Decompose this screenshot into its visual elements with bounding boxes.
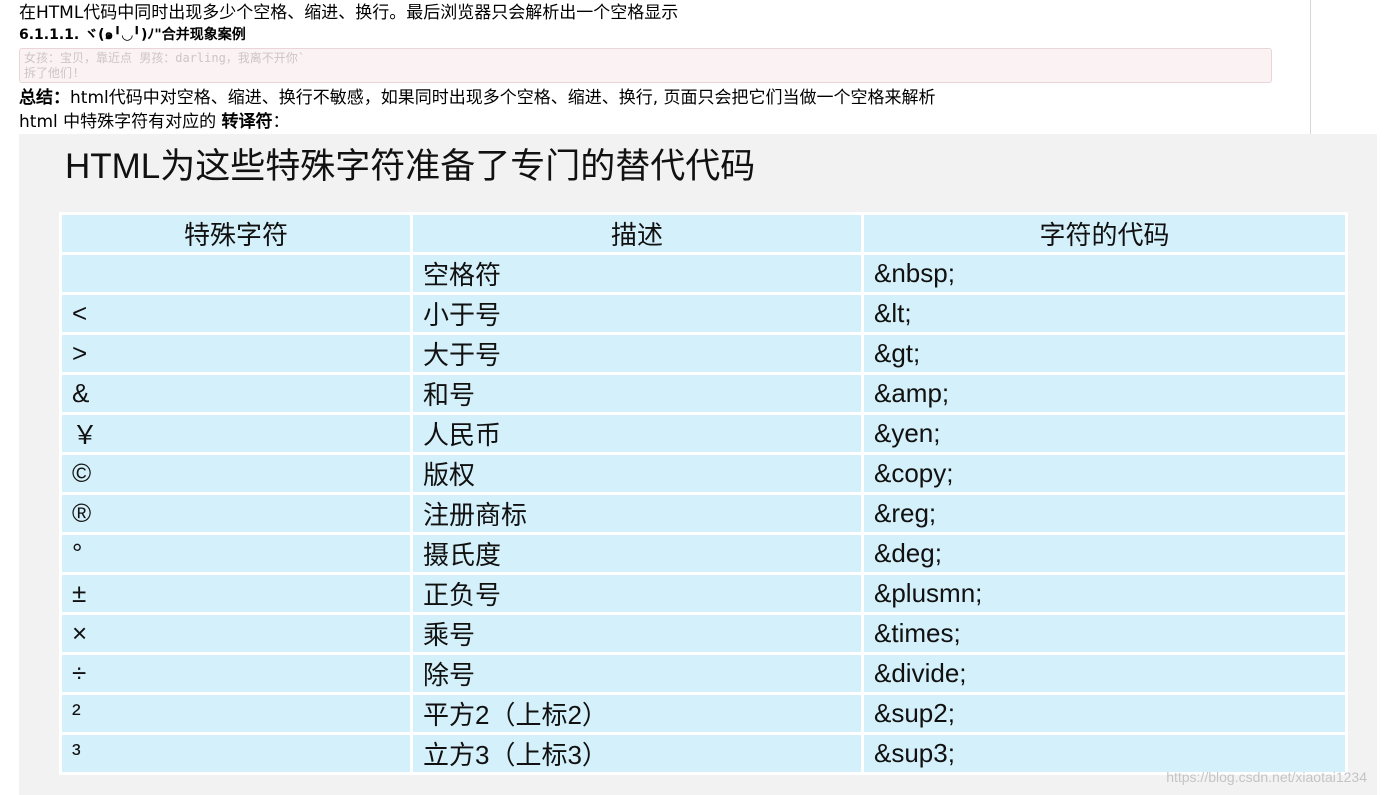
page-divider (1310, 0, 1311, 134)
table-row: ÷ 除号 &divide; (62, 655, 1345, 692)
description-cell: 空格符 (413, 255, 861, 292)
description-cell: 除号 (413, 655, 861, 692)
entity-code-cell: &amp; (864, 375, 1345, 412)
special-char-cell: ± (62, 575, 410, 612)
description-cell: 乘号 (413, 615, 861, 652)
description-cell: 平方2（上标2） (413, 695, 861, 732)
entity-code-cell: &divide; (864, 655, 1345, 692)
description-cell: 正负号 (413, 575, 861, 612)
special-char-cell: × (62, 615, 410, 652)
special-char-cell: & (62, 375, 410, 412)
description-cell: 和号 (413, 375, 861, 412)
description-cell: 人民币 (413, 415, 861, 452)
description-cell: 摄氏度 (413, 535, 861, 572)
special-chars-figure: HTML为这些特殊字符准备了专门的替代代码 特殊字符 描述 字符的代码 空格符 &… (19, 134, 1377, 795)
description-cell: 小于号 (413, 295, 861, 332)
code-block: 女孩：宝贝，靠近点 男孩：darling，我离不开你` 拆了他们! (19, 48, 1272, 83)
column-header: 描述 (413, 215, 861, 252)
special-char-cell: © (62, 455, 410, 492)
entity-code-cell: &sup2; (864, 695, 1345, 732)
entity-code-cell: &plusmn; (864, 575, 1345, 612)
table-row: ² 平方2（上标2） &sup2; (62, 695, 1345, 732)
special-char-cell: < (62, 295, 410, 332)
entity-code-cell: &sup3; (864, 735, 1345, 772)
entity-code-cell: &times; (864, 615, 1345, 652)
entity-code-cell: &copy; (864, 455, 1345, 492)
summary-label: 总结： (19, 88, 70, 108)
entity-code-cell: &reg; (864, 495, 1345, 532)
escape-prefix: html 中特殊字符有对应的 (19, 112, 222, 132)
table-row: > 大于号 &gt; (62, 335, 1345, 372)
special-char-cell: ° (62, 535, 410, 572)
entity-code-cell: &lt; (864, 295, 1345, 332)
special-char-cell: ® (62, 495, 410, 532)
entity-code-cell: &nbsp; (864, 255, 1345, 292)
special-chars-table: 特殊字符 描述 字符的代码 空格符 &nbsp; < 小于号 &lt; > 大于号 &gt; &… (59, 212, 1348, 775)
escape-keyword: 转译符 (221, 112, 273, 132)
special-char-cell: > (62, 335, 410, 372)
entity-code-cell: &yen; (864, 415, 1345, 452)
table-row: ￥ 人民币 &yen; (62, 415, 1345, 452)
table-row: ° 摄氏度 &deg; (62, 535, 1345, 572)
code-line: 拆了他们! (24, 66, 80, 80)
table-row: ± 正负号 &plusmn; (62, 575, 1345, 612)
entity-code-cell: &gt; (864, 335, 1345, 372)
table-row: ³ 立方3（上标3） &sup3; (62, 735, 1345, 772)
summary-paragraph: 总结：html代码中对空格、缩进、换行不敏感，如果同时出现多个空格、缩进、换行,… (19, 87, 936, 109)
figure-title: HTML为这些特殊字符准备了专门的替代代码 (65, 147, 756, 186)
description-cell: 立方3（上标3） (413, 735, 861, 772)
table-row: & 和号 &amp; (62, 375, 1345, 412)
special-char-cell (62, 255, 410, 292)
section-heading: 6.1.1.1. ヾ(๑╹◡╹)ﾉ"合并现象案例 (19, 27, 246, 43)
description-cell: 版权 (413, 455, 861, 492)
code-line: 女孩：宝贝，靠近点 男孩：darling，我离不开你` (24, 51, 306, 65)
table-row: × 乘号 &times; (62, 615, 1345, 652)
special-char-cell: ² (62, 695, 410, 732)
column-header: 字符的代码 (864, 215, 1345, 252)
special-char-cell: ³ (62, 735, 410, 772)
table-header-row: 特殊字符 描述 字符的代码 (62, 215, 1345, 252)
table-row: ® 注册商标 &reg; (62, 495, 1345, 532)
special-char-cell: ￥ (62, 415, 410, 452)
escape-intro: html 中特殊字符有对应的 转译符： (19, 111, 290, 133)
entity-code-cell: &deg; (864, 535, 1345, 572)
table-row: © 版权 &copy; (62, 455, 1345, 492)
description-cell: 注册商标 (413, 495, 861, 532)
description-cell: 大于号 (413, 335, 861, 372)
watermark: https://blog.csdn.net/xiaotai1234 (1166, 769, 1367, 785)
column-header: 特殊字符 (62, 215, 410, 252)
intro-text: 在HTML代码中同时出现多少个空格、缩进、换行。最后浏览器只会解析出一个空格显示 (19, 3, 679, 23)
special-char-cell: ÷ (62, 655, 410, 692)
table-row: 空格符 &nbsp; (62, 255, 1345, 292)
table-row: < 小于号 &lt; (62, 295, 1345, 332)
summary-text: html代码中对空格、缩进、换行不敏感，如果同时出现多个空格、缩进、换行, 页面… (70, 88, 936, 108)
escape-suffix: ： (272, 112, 290, 132)
